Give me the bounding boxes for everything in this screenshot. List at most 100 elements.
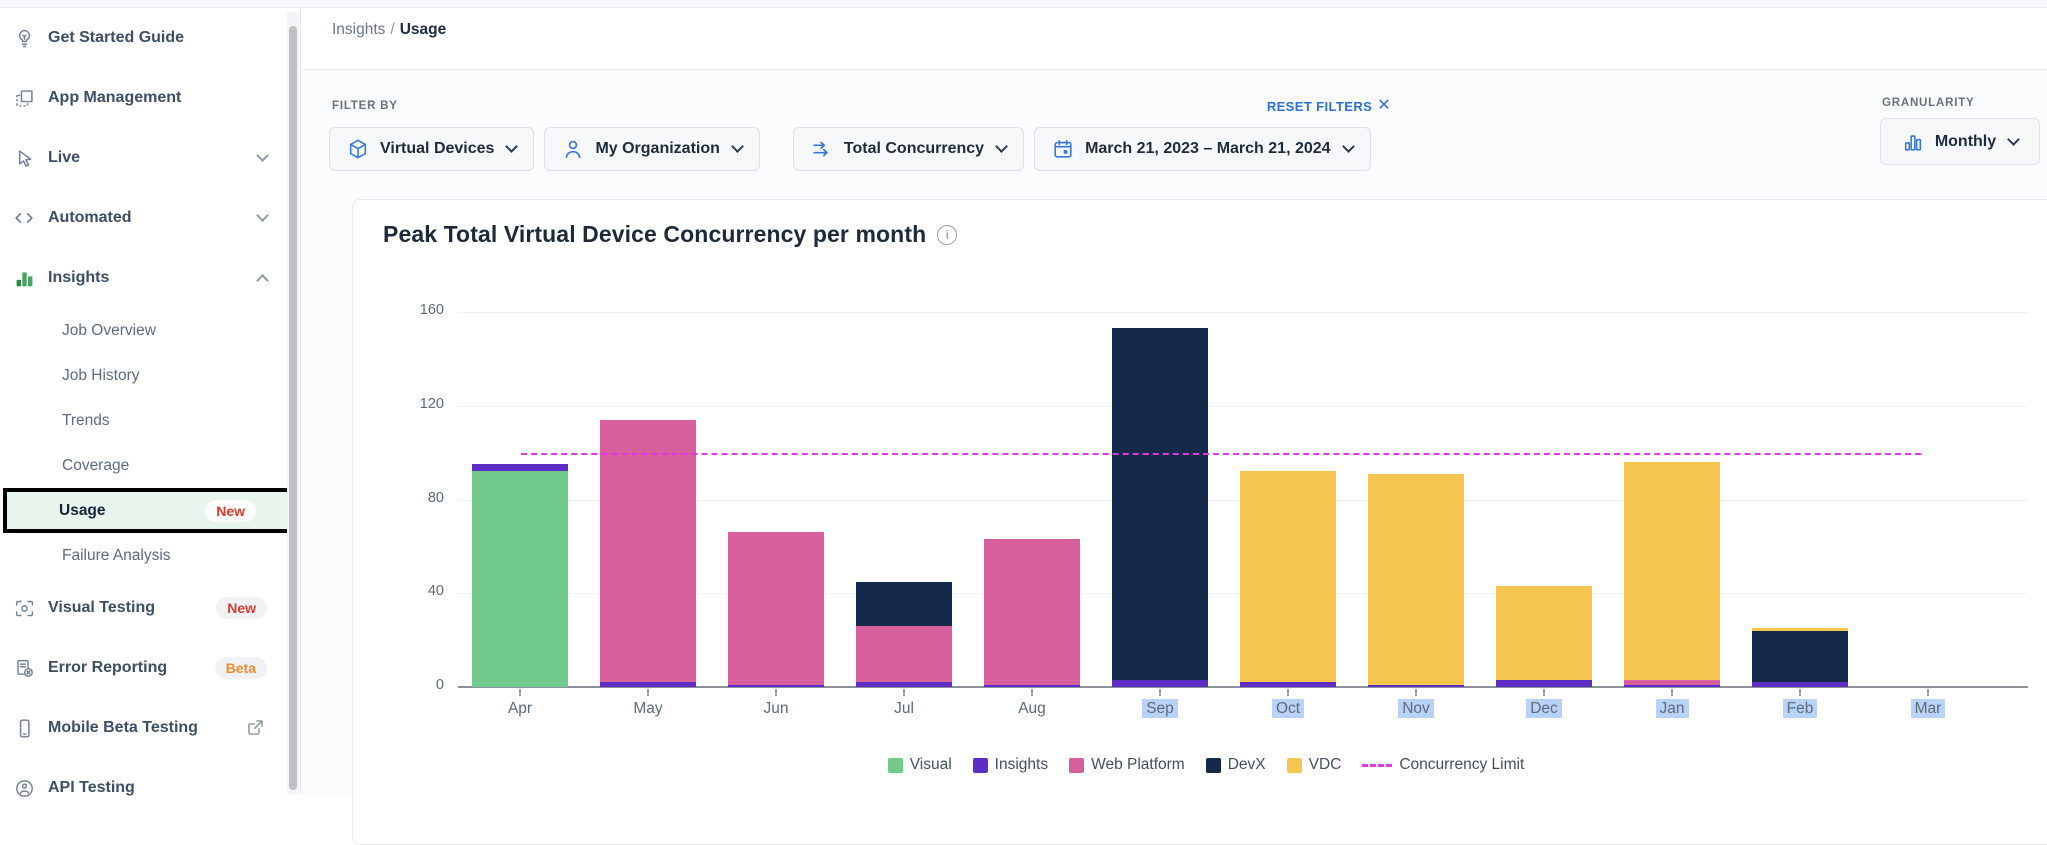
x-axis-label-oct: Oct: [1246, 700, 1330, 718]
legend-visual[interactable]: Visual: [888, 756, 952, 774]
sidebar-item-label: Get Started Guide: [48, 29, 184, 47]
sidebar-item-failure-analysis[interactable]: Failure Analysis: [0, 533, 300, 578]
y-axis-label: 40: [400, 583, 444, 603]
y-axis-label: 80: [400, 490, 444, 510]
bar-oct-vdc[interactable]: [1240, 471, 1336, 682]
bar-jun-web-platform[interactable]: [728, 532, 824, 684]
sidebar-item-mobile-beta-testing[interactable]: Mobile Beta Testing: [0, 698, 300, 758]
sidebar-scrollbar-thumb[interactable]: [289, 26, 297, 790]
bar-aug-insights[interactable]: [984, 685, 1080, 687]
legend-web-platform[interactable]: Web Platform: [1069, 756, 1185, 774]
cursor-icon: [13, 147, 35, 169]
legend-devx[interactable]: DevX: [1206, 756, 1266, 774]
bar-jun-insights[interactable]: [728, 685, 824, 687]
chevron-down-icon: [256, 149, 269, 162]
sidebar-item-insights[interactable]: Insights: [0, 248, 300, 308]
granularity-dropdown[interactable]: Monthly: [1880, 118, 2040, 165]
bar-feb-devx[interactable]: [1752, 631, 1848, 683]
sidebar-item-api-testing[interactable]: API Testing: [0, 758, 300, 818]
bar-jul-devx[interactable]: [856, 582, 952, 627]
gridline: [458, 312, 2028, 313]
sidebar-item-job-history[interactable]: Job History: [0, 353, 300, 398]
error-doc-icon: [13, 657, 35, 679]
sidebar-item-label: Usage: [59, 502, 106, 520]
filter-date-range-dropdown[interactable]: March 21, 2023 – March 21, 2024: [1034, 127, 1371, 171]
bar-nov-insights[interactable]: [1368, 685, 1464, 687]
lightbulb-icon: [13, 27, 35, 49]
sidebar-item-coverage[interactable]: Coverage: [0, 443, 300, 488]
bar-may-web-platform[interactable]: [600, 420, 696, 683]
bar-oct-insights[interactable]: [1240, 682, 1336, 687]
filter-organization-value: My Organization: [595, 140, 719, 158]
legend-label: Concurrency Limit: [1399, 756, 1524, 774]
x-axis-label-jul: Jul: [862, 700, 946, 718]
y-axis-label: 160: [400, 302, 444, 322]
code-icon: [13, 207, 35, 229]
sidebar-item-trends[interactable]: Trends: [0, 398, 300, 443]
sidebar-item-error-reporting[interactable]: Error ReportingBeta: [0, 638, 300, 698]
bar-apr-visual[interactable]: [472, 471, 568, 687]
legend-swatch: [1287, 758, 1302, 773]
info-icon[interactable]: i: [937, 225, 957, 245]
bar-sep-devx[interactable]: [1112, 328, 1208, 680]
sidebar-item-get-started-guide[interactable]: Get Started Guide: [0, 8, 300, 68]
x-axis-tick: [903, 689, 905, 696]
bar-jul-web-platform[interactable]: [856, 626, 952, 682]
breadcrumb-parent-link[interactable]: Insights: [332, 21, 385, 38]
bar-may-insights[interactable]: [600, 682, 696, 687]
bar-jan-web-platform[interactable]: [1624, 680, 1720, 685]
app-root: { "colors": { "accent_blue": "#2e6fd6", …: [0, 0, 2047, 794]
x-axis-tick: [1031, 689, 1033, 696]
sidebar-item-job-overview[interactable]: Job Overview: [0, 308, 300, 353]
breadcrumb-separator: /: [390, 21, 394, 38]
filter-metric-dropdown[interactable]: Total Concurrency: [793, 127, 1024, 171]
bar-feb-vdc[interactable]: [1752, 628, 1848, 630]
bar-sep-insights[interactable]: [1112, 680, 1208, 687]
bar-nov-vdc[interactable]: [1368, 474, 1464, 685]
bar-jan-insights[interactable]: [1624, 685, 1720, 687]
filter-device-type-value: Virtual Devices: [380, 140, 494, 158]
calendar-icon: [1052, 138, 1074, 160]
reset-filters-button[interactable]: RESET FILTERS✕: [1267, 97, 1391, 115]
user-icon: [562, 138, 584, 160]
bar-feb-insights[interactable]: [1752, 682, 1848, 687]
chevron-down-icon: [2007, 133, 2020, 146]
legend-vdc[interactable]: VDC: [1287, 756, 1342, 774]
sidebar-item-automated[interactable]: Automated: [0, 188, 300, 248]
legend-insights[interactable]: Insights: [973, 756, 1048, 774]
legend-swatch: [888, 758, 903, 773]
filter-organization-dropdown[interactable]: My Organization: [544, 127, 759, 171]
x-axis-tick: [519, 689, 521, 696]
bar-aug-web-platform[interactable]: [984, 539, 1080, 684]
bar-apr-insights[interactable]: [472, 464, 568, 471]
x-axis-tick: [1287, 689, 1289, 696]
sidebar-item-visual-testing[interactable]: Visual TestingNew: [0, 578, 300, 638]
legend-concurrency-limit[interactable]: Concurrency Limit: [1362, 756, 1524, 774]
bar-dec-insights[interactable]: [1496, 680, 1592, 687]
bar-jan-vdc[interactable]: [1624, 462, 1720, 680]
filter-device-type-dropdown[interactable]: Virtual Devices: [329, 127, 534, 171]
chevron-down-icon: [731, 140, 744, 153]
gridline: [458, 406, 2028, 407]
x-axis-label-feb: Feb: [1758, 700, 1842, 718]
bar-dec-vdc[interactable]: [1496, 586, 1592, 680]
sidebar-item-app-management[interactable]: App Management: [0, 68, 300, 128]
insights-bars-icon: [13, 267, 35, 289]
legend-label: Insights: [995, 756, 1048, 774]
x-axis-label-jan: Jan: [1630, 700, 1714, 718]
x-axis-tick: [1927, 689, 1929, 696]
sidebar-item-live[interactable]: Live: [0, 128, 300, 188]
y-axis-label: 120: [400, 396, 444, 416]
legend-swatch: [1206, 758, 1221, 773]
sidebar-item-label: Live: [48, 149, 80, 167]
bar-jul-insights[interactable]: [856, 682, 952, 687]
breadcrumb-current: Usage: [400, 21, 447, 38]
x-axis-tick: [1543, 689, 1545, 696]
x-axis-tick: [775, 689, 777, 696]
chevron-up-icon: [256, 274, 269, 287]
api-icon: [13, 777, 35, 799]
sidebar-item-label: Coverage: [62, 457, 129, 475]
x-axis-tick: [1159, 689, 1161, 696]
eye-icon: [13, 597, 35, 619]
sidebar-item-usage[interactable]: UsageNew: [3, 488, 293, 533]
